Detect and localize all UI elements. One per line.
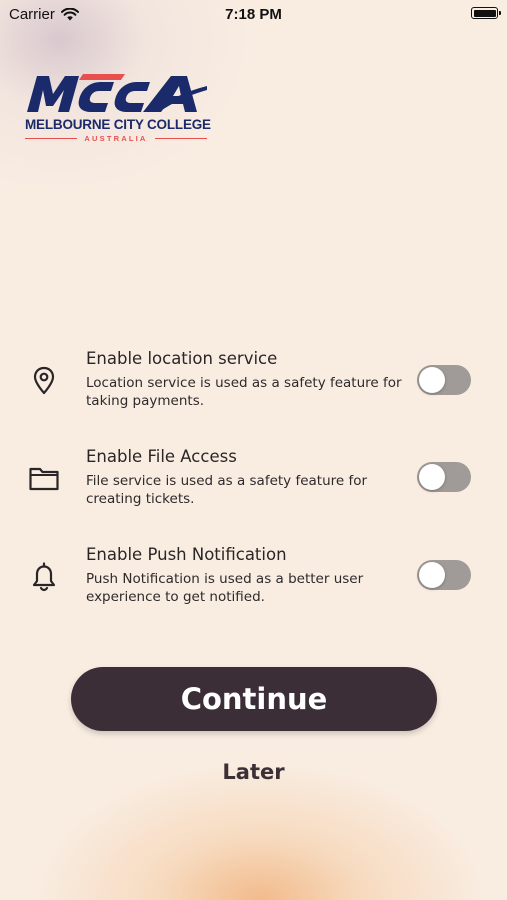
bell-icon bbox=[32, 562, 56, 592]
later-button[interactable]: Later bbox=[0, 760, 507, 784]
location-title: Enable location service bbox=[86, 349, 278, 368]
location-pin-icon bbox=[33, 366, 55, 395]
battery-icon bbox=[471, 7, 501, 19]
toggle-knob bbox=[419, 367, 445, 393]
file-access-title: Enable File Access bbox=[86, 447, 237, 466]
push-notification-toggle[interactable] bbox=[417, 560, 471, 590]
permission-location: Enable location service Location service… bbox=[0, 349, 507, 419]
continue-button[interactable]: Continue bbox=[71, 667, 437, 731]
logo-divider-right bbox=[155, 138, 207, 139]
permission-file-access: Enable File Access File service is used … bbox=[0, 447, 507, 517]
status-time: 7:18 PM bbox=[225, 6, 282, 23]
push-notification-description: Push Notification is used as a better us… bbox=[86, 571, 364, 605]
file-access-toggle[interactable] bbox=[417, 462, 471, 492]
toggle-knob bbox=[419, 562, 445, 588]
folder-icon bbox=[29, 467, 59, 491]
logo-college-name: MELBOURNE CITY COLLEGE bbox=[25, 117, 211, 132]
location-description: Location service is used as a safety fea… bbox=[86, 375, 402, 409]
permission-push-notification: Enable Push Notification Push Notificati… bbox=[0, 545, 507, 615]
college-logo: MELBOURNE CITY COLLEGE AUSTRALIA bbox=[25, 72, 211, 144]
location-toggle[interactable] bbox=[417, 365, 471, 395]
toggle-knob bbox=[419, 464, 445, 490]
file-access-description: File service is used as a safety feature… bbox=[86, 473, 368, 507]
push-notification-title: Enable Push Notification bbox=[86, 545, 287, 564]
status-bar: Carrier 7:18 PM bbox=[0, 0, 507, 28]
mcca-logo-mark bbox=[27, 74, 207, 112]
